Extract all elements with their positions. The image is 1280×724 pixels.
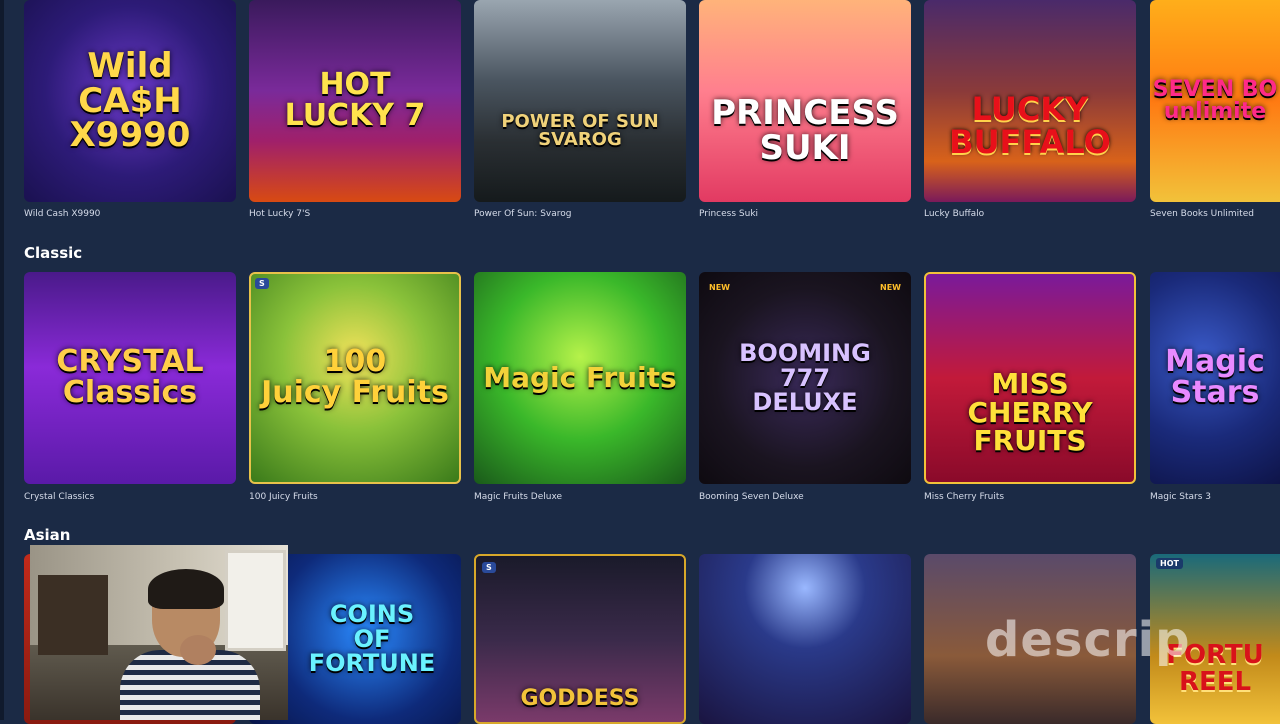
- game-logo: Wild CA$H X9990: [69, 45, 191, 156]
- game-logo: HOT LUCKY 7: [284, 67, 426, 133]
- game-caption[interactable]: Seven Books Unlimited: [1150, 209, 1254, 219]
- game-logo: Magic Fruits: [483, 360, 677, 394]
- game-caption[interactable]: Lucky Buffalo: [924, 209, 984, 219]
- game-tile-princess-suki[interactable]: PRINCESS SUKI: [699, 0, 911, 202]
- game-logo: 100 Juicy Fruits: [261, 344, 449, 410]
- webcam-person-hand: [180, 635, 216, 665]
- webcam-window: [225, 550, 286, 651]
- game-caption[interactable]: 100 Juicy Fruits: [249, 492, 318, 502]
- game-caption[interactable]: Booming Seven Deluxe: [699, 492, 804, 502]
- game-logo: LUCKY BUFFALO: [949, 90, 1111, 161]
- webcam-overlay: [30, 545, 288, 720]
- section-title-classic: Classic: [24, 244, 83, 262]
- game-tile-juicy-fruits[interactable]: S 100 Juicy Fruits: [249, 272, 461, 484]
- game-logo: BOOMING 777 DELUXE: [739, 339, 871, 417]
- game-caption[interactable]: Princess Suki: [699, 209, 758, 219]
- game-caption[interactable]: Wild Cash X9990: [24, 209, 100, 219]
- game-tile-seven-books[interactable]: SEVEN BO unlimite: [1150, 0, 1280, 202]
- webcam-bookshelf: [38, 575, 108, 655]
- watermark: descrip: [985, 612, 1191, 668]
- section-title-asian: Asian: [24, 526, 71, 544]
- game-logo: COINS OF FORTUNE: [308, 600, 436, 678]
- game-caption[interactable]: Magic Fruits Deluxe: [474, 492, 562, 502]
- game-tile-magic-fruits[interactable]: Magic Fruits: [474, 272, 686, 484]
- game-logo: POWER OF SUN SVAROG: [501, 110, 659, 150]
- game-caption[interactable]: Crystal Classics: [24, 492, 94, 502]
- game-caption[interactable]: Magic Stars 3: [1150, 492, 1211, 502]
- game-tile-crystal-classics[interactable]: CRYSTAL Classics: [24, 272, 236, 484]
- webcam-person-hair: [148, 569, 224, 609]
- left-edge-bar: [0, 0, 4, 720]
- game-tile-magic-stars[interactable]: Magic Stars: [1150, 272, 1280, 484]
- game-logo: CRYSTAL Classics: [56, 344, 204, 410]
- game-logo: PRINCESS SUKI: [711, 93, 899, 168]
- game-tile-wild-cash[interactable]: Wild CA$H X9990: [24, 0, 236, 202]
- game-logo: SEVEN BO unlimite: [1152, 76, 1278, 124]
- game-tile-goddess[interactable]: S GODDESS: [474, 554, 686, 724]
- game-logo: GODDESS: [520, 685, 640, 711]
- game-tile-hot-lucky[interactable]: HOT LUCKY 7: [249, 0, 461, 202]
- game-tile-miss-cherry[interactable]: MISS CHERRY FRUITS: [924, 272, 1136, 484]
- game-logo: MISS CHERRY FRUITS: [967, 367, 1093, 458]
- game-caption[interactable]: Hot Lucky 7'S: [249, 209, 310, 219]
- game-tile-booming-seven[interactable]: NEW NEW BOOMING 777 DELUXE: [699, 272, 911, 484]
- game-tile-svarog[interactable]: POWER OF SUN SVAROG: [474, 0, 686, 202]
- game-logo: Magic Stars: [1165, 344, 1265, 410]
- game-caption[interactable]: Miss Cherry Fruits: [924, 492, 1004, 502]
- game-tile-lucky-buffalo[interactable]: LUCKY BUFFALO: [924, 0, 1136, 202]
- game-tile-asian-4[interactable]: [699, 554, 911, 724]
- game-caption[interactable]: Power Of Sun: Svarog: [474, 209, 571, 219]
